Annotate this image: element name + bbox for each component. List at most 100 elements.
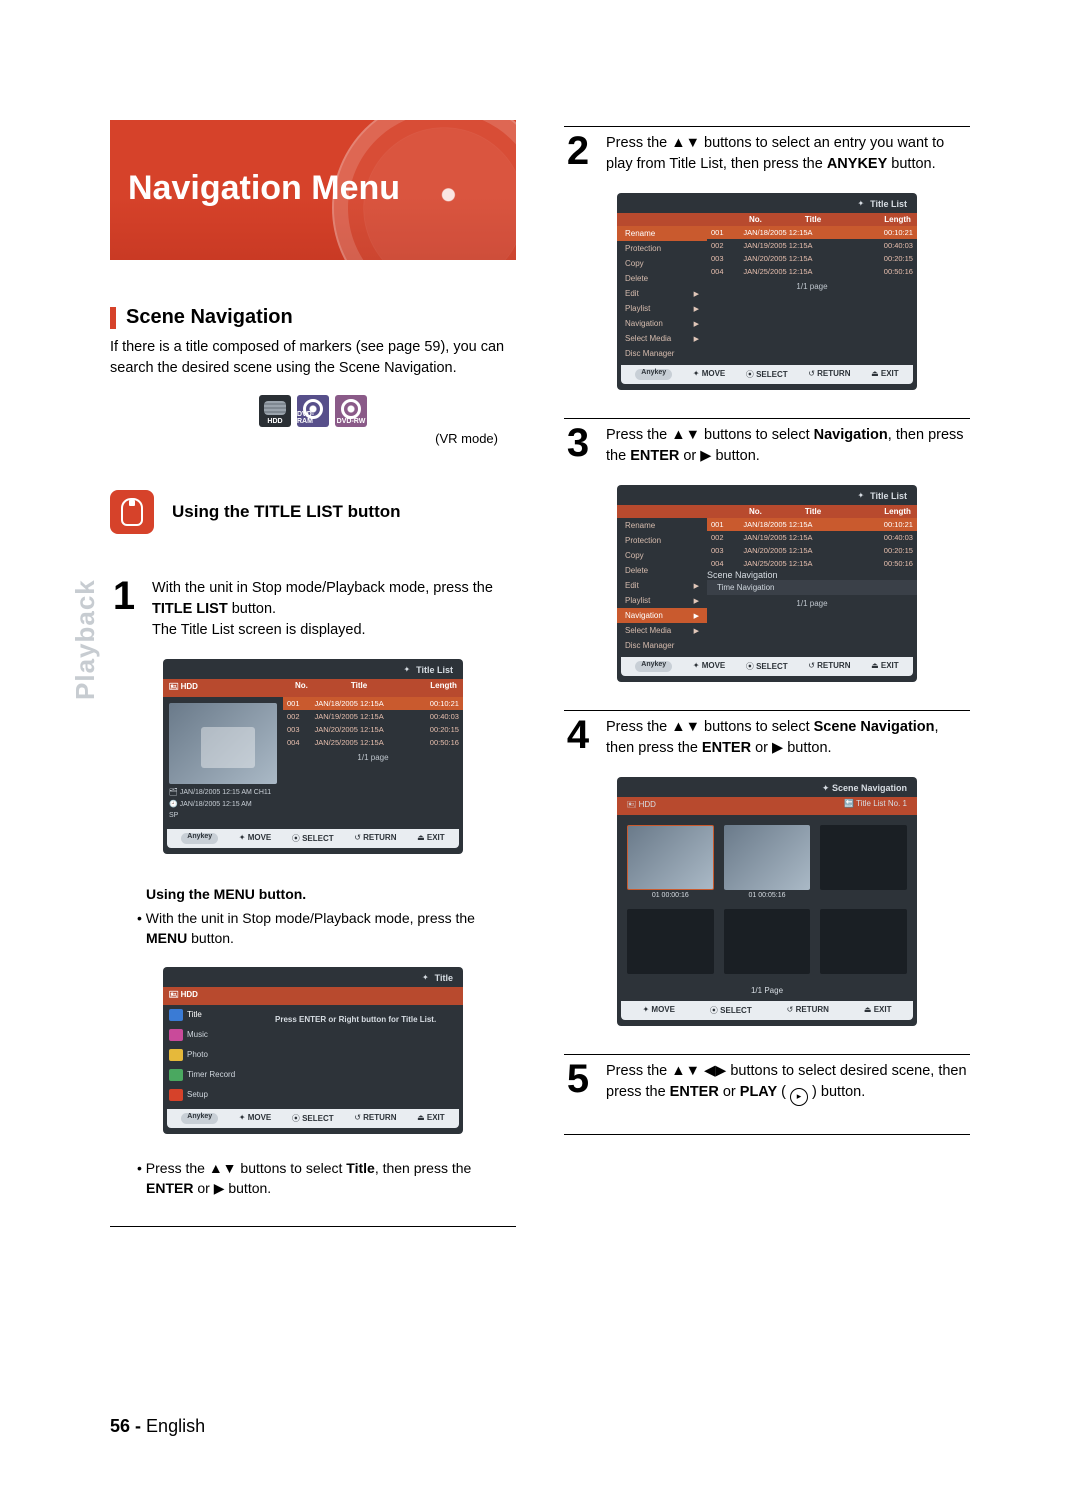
anykey-badge: Anykey <box>181 833 218 844</box>
banner-title: Navigation Menu <box>128 169 400 208</box>
step-number-3: 3 <box>564 425 592 461</box>
ss-menu-hdd: HDD <box>181 990 198 999</box>
menu-heading: Using the MENU button. <box>110 886 516 902</box>
ss-scene-crumb: Title List No. 1 <box>856 799 907 808</box>
scene-nav-intro: If there is a title composed of markers … <box>110 337 516 379</box>
popup-select-media-2[interactable]: Select Media▶ <box>617 623 707 638</box>
divider <box>564 710 970 711</box>
ss-thumbnail <box>169 703 277 784</box>
step-4: 4 Press the ▲▼ buttons to select Scene N… <box>564 717 970 759</box>
side-tab-playback: Playback <box>70 579 101 700</box>
vr-mode-note: (VR mode) <box>110 431 498 446</box>
scene-cell-5[interactable] <box>724 909 811 974</box>
step-1-text: With the unit in Stop mode/Playback mode… <box>152 578 516 641</box>
ss-meta2: 🕘 JAN/18/2005 12:15 AM <box>169 800 277 808</box>
popup-playlist-2[interactable]: Playlist▶ <box>617 593 707 608</box>
step-1: 1 With the unit in Stop mode/Playback mo… <box>110 578 516 641</box>
scene-page: 1/1 Page <box>617 984 917 997</box>
popup-rename[interactable]: Rename <box>617 226 707 241</box>
screenshot-menu: ✦Title 🖭 HDD Title Music Photo Timer Rec… <box>163 967 463 1134</box>
scene-cell-6[interactable] <box>820 909 907 974</box>
popup-navigation[interactable]: Navigation▶ <box>617 316 707 331</box>
menu-hint: Press ENTER or Right button for Title Li… <box>265 1005 463 1105</box>
step-3-text: Press the ▲▼ buttons to select Navigatio… <box>606 425 970 467</box>
step-number-4: 4 <box>564 717 592 753</box>
banner-navigation-menu: Navigation Menu <box>110 120 516 260</box>
scene-cell-4[interactable] <box>627 909 714 974</box>
menu-bullet-1: With the unit in Stop mode/Playback mode… <box>110 908 516 949</box>
popup-edit-2[interactable]: Edit▶ <box>617 578 707 593</box>
ss-foot-select: SELECT <box>302 834 334 843</box>
screenshot-title-list: ✦Title List 🖭 HDD No. Title Length 🗂 JAN… <box>163 659 463 854</box>
ss-row-4b[interactable]: 004JAN/25/2005 12:15A00:50:16 <box>707 265 917 278</box>
ss-page-indicator: 1/1 page <box>283 749 463 766</box>
popup-playlist[interactable]: Playlist▶ <box>617 301 707 316</box>
disc-hdd-icon: HDD <box>259 395 291 427</box>
step-3: 3 Press the ▲▼ buttons to select Navigat… <box>564 425 970 467</box>
ss-row-2b[interactable]: 002JAN/19/2005 12:15A00:40:03 <box>707 239 917 252</box>
disc-rw-label: DVD-RW <box>337 418 366 425</box>
step-2-text: Press the ▲▼ buttons to select an entry … <box>606 133 970 175</box>
subnav-scene[interactable]: Scene Navigation <box>707 570 917 580</box>
popup-navigation-2[interactable]: Navigation▶ <box>617 608 707 623</box>
step-number-1: 1 <box>110 578 138 614</box>
step-number-2: 2 <box>564 133 592 169</box>
ss-foot-move: MOVE <box>248 833 272 842</box>
photo-icon <box>169 1049 183 1061</box>
popup-delete[interactable]: Delete <box>617 271 707 286</box>
popup-rename-2[interactable]: Rename <box>617 518 707 533</box>
step-2: 2 Press the ▲▼ buttons to select an entr… <box>564 133 970 175</box>
step-4-text: Press the ▲▼ buttons to select Scene Nav… <box>606 717 970 759</box>
section-divider-top <box>564 126 970 127</box>
popup-edit[interactable]: Edit▶ <box>617 286 707 301</box>
ss-row-1[interactable]: 001JAN/18/2005 12:15A00:10:21 <box>283 697 463 710</box>
anykey-badge: Anykey <box>181 1113 218 1124</box>
ss-scene-title: Scene Navigation <box>832 783 907 793</box>
step-5-text: Press the ▲▼ ◀▶ buttons to select desire… <box>606 1061 970 1106</box>
ss-title: Title List <box>870 199 907 209</box>
ss-row-1b[interactable]: 001JAN/18/2005 12:15A00:10:21 <box>707 226 917 239</box>
play-icon: ▸ <box>790 1088 808 1106</box>
menu-item-title[interactable]: Title <box>163 1005 265 1025</box>
divider <box>564 418 970 419</box>
disc-ram-label: DVD-RAM <box>297 411 329 425</box>
ss-col-length: Length <box>399 681 457 695</box>
divider <box>564 1054 970 1055</box>
scene-cell-3[interactable] <box>820 825 907 899</box>
popup-select-media[interactable]: Select Media▶ <box>617 331 707 346</box>
menu-item-music[interactable]: Music <box>163 1025 265 1045</box>
popup-disc-manager[interactable]: Disc Manager <box>617 346 707 361</box>
setup-icon <box>169 1089 183 1101</box>
ss-row-3[interactable]: 003JAN/20/2005 12:15A00:20:15 <box>283 723 463 736</box>
disc-dvd-rw-icon: DVD-RW <box>335 395 367 427</box>
subnav-time[interactable]: Time Navigation <box>707 580 917 595</box>
title-icon <box>169 1009 183 1021</box>
menu-item-timer-record[interactable]: Timer Record <box>163 1065 265 1085</box>
ss-menu-title: Title <box>435 973 453 983</box>
ss-foot-return: RETURN <box>363 833 396 842</box>
ss-foot-exit: EXIT <box>427 833 445 842</box>
divider-bottom <box>564 1134 970 1135</box>
step-number-5: 5 <box>564 1061 592 1097</box>
popup-copy-2[interactable]: Copy <box>617 548 707 563</box>
popup-disc-manager-2[interactable]: Disc Manager <box>617 638 707 653</box>
menu-bullet-2: Press the ▲▼ buttons to select Title, th… <box>110 1158 516 1199</box>
ss-col-title: Title <box>319 681 400 695</box>
popup-protection[interactable]: Protection <box>617 241 707 256</box>
scene-cell-2[interactable]: 01 00:05:16 <box>724 825 811 899</box>
ss-row-3b[interactable]: 003JAN/20/2005 12:15A00:20:15 <box>707 252 917 265</box>
ss-scene-hdd: HDD <box>639 800 656 809</box>
ss-page: 1/1 page <box>707 278 917 295</box>
music-icon <box>169 1029 183 1041</box>
disc-dvd-ram-icon: DVD-RAM <box>297 395 329 427</box>
scene-cell-1[interactable]: 01 00:00:16 <box>627 825 714 899</box>
section-marker-icon <box>110 307 116 329</box>
popup-protection-2[interactable]: Protection <box>617 533 707 548</box>
popup-copy[interactable]: Copy <box>617 256 707 271</box>
ss-row-4[interactable]: 004JAN/25/2005 12:15A00:50:16 <box>283 736 463 749</box>
menu-item-photo[interactable]: Photo <box>163 1045 265 1065</box>
popup-delete-2[interactable]: Delete <box>617 563 707 578</box>
section-divider <box>110 1226 516 1227</box>
menu-item-setup[interactable]: Setup <box>163 1085 265 1105</box>
ss-row-2[interactable]: 002JAN/19/2005 12:15A00:40:03 <box>283 710 463 723</box>
